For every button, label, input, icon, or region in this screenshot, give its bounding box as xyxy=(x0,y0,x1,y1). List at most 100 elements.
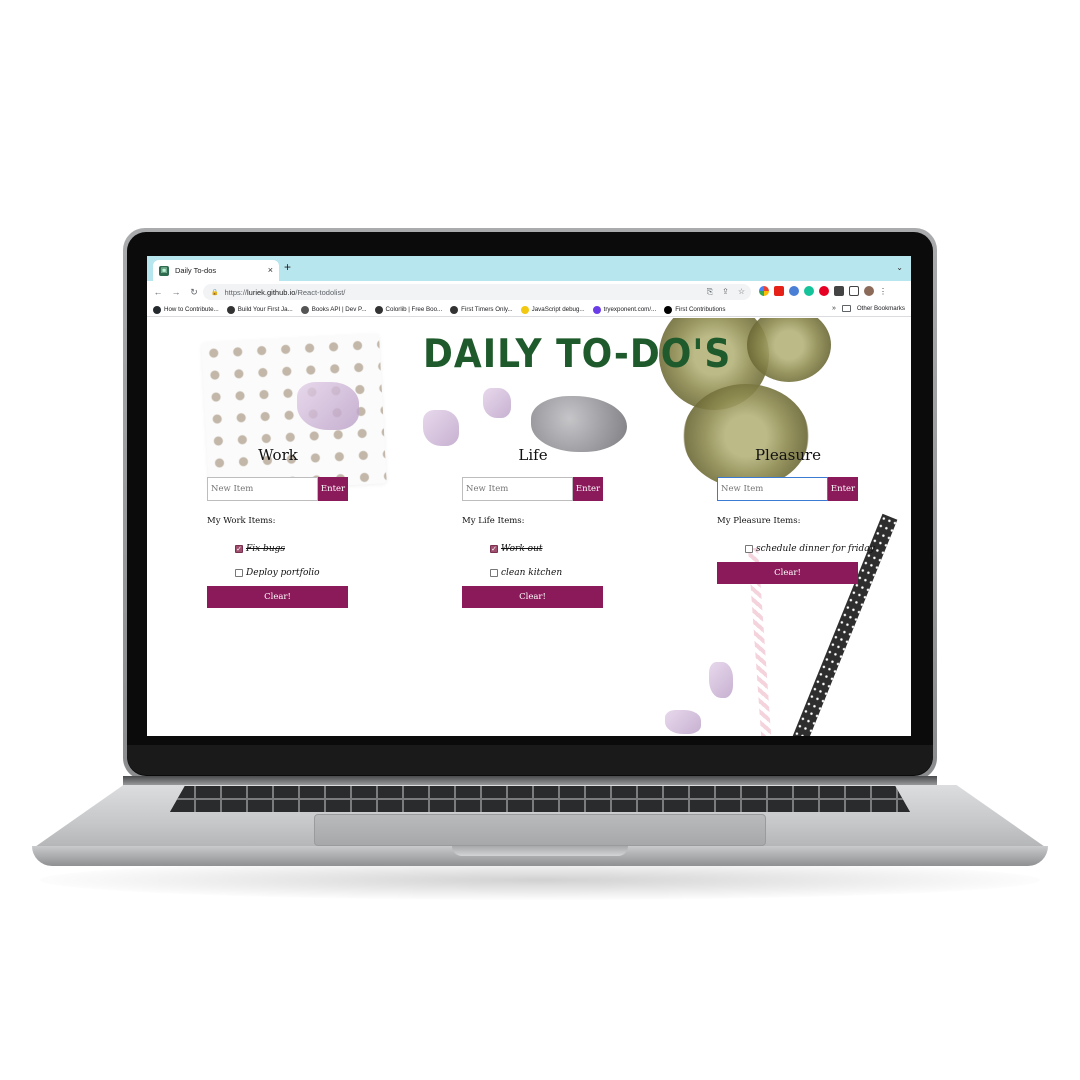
todo-text: Work out xyxy=(501,544,543,554)
app-favicon-icon: ▣ xyxy=(159,265,169,276)
new-item-input[interactable] xyxy=(717,477,828,501)
trackpad xyxy=(314,814,766,846)
list-item: ✓ Work out xyxy=(490,544,543,554)
clear-button[interactable]: Clear! xyxy=(462,586,603,608)
items-label: My Life Items: xyxy=(462,516,525,526)
amethyst-image xyxy=(483,388,511,418)
side-panel-icon[interactable] xyxy=(849,286,859,296)
items-label: My Pleasure Items: xyxy=(717,516,801,526)
clear-button[interactable]: Clear! xyxy=(717,562,858,584)
todo-checkbox[interactable] xyxy=(235,569,243,577)
reload-icon[interactable]: ↻ xyxy=(185,287,203,297)
lock-icon: 🔒 xyxy=(211,289,219,296)
page-content: DAILY TO-DO'S WorkEnterMy Work Items:✓Fi… xyxy=(147,318,911,736)
back-icon[interactable]: ← xyxy=(149,287,167,297)
bookmark-label: First Timers Only... xyxy=(461,306,513,313)
bookmark-favicon-icon xyxy=(226,305,235,314)
bookmark-item[interactable]: Build Your First Ja... xyxy=(226,305,293,314)
share-icon[interactable]: ⇪ xyxy=(722,287,729,297)
amethyst-image xyxy=(297,382,359,430)
laptop-hinge xyxy=(123,776,937,786)
pinterest-icon[interactable] xyxy=(819,286,829,296)
bookmark-item[interactable]: Colorlib | Free Boo... xyxy=(374,305,443,314)
column-heading: Pleasure xyxy=(754,446,822,464)
laptop-shadow xyxy=(40,860,1040,900)
new-item-form: Enter xyxy=(462,477,603,501)
list-item: Deploy portfolio xyxy=(235,568,320,578)
puzzle-icon[interactable] xyxy=(834,286,844,296)
column-heading: Life xyxy=(518,446,548,464)
list-item: clean kitchen xyxy=(490,568,562,578)
new-tab-button[interactable]: + xyxy=(284,261,291,273)
column-heading: Work xyxy=(258,446,298,464)
enter-button[interactable]: Enter xyxy=(318,477,348,501)
bookmark-item[interactable]: First Contributions xyxy=(664,305,725,314)
items-label: My Work Items: xyxy=(207,516,276,526)
address-bar[interactable]: 🔒 https://luriek.github.io/React-todolis… xyxy=(203,284,751,300)
forward-icon[interactable]: → xyxy=(167,287,185,297)
bookmarks-overflow-icon[interactable]: » xyxy=(832,305,836,312)
star-icon[interactable]: ☆ xyxy=(738,287,745,297)
tab-title: Daily To-dos xyxy=(175,266,217,275)
new-item-input[interactable] xyxy=(207,477,318,501)
bookmark-favicon-icon xyxy=(592,305,601,314)
extensions-bar: ⋮ xyxy=(759,286,887,296)
todo-text: Fix bugs xyxy=(246,544,285,554)
gear-extension-icon[interactable] xyxy=(789,286,799,296)
bookmark-label: Build Your First Ja... xyxy=(237,306,293,313)
tab-daily-todos[interactable]: ▣ Daily To-dos × xyxy=(153,260,279,281)
list-item: schedule dinner for friday xyxy=(745,544,875,554)
succulent-image xyxy=(683,384,809,488)
bookmark-label: tryexponent.com/... xyxy=(603,306,657,313)
bookmark-label: Colorlib | Free Boo... xyxy=(385,306,443,313)
keyboard xyxy=(170,786,910,812)
bookmark-favicon-icon xyxy=(300,305,309,314)
tab-search-icon[interactable]: ⌄ xyxy=(896,263,903,272)
bookmark-label: Books API | Dev P... xyxy=(311,306,367,313)
list-item: ✓ Fix bugs xyxy=(235,544,285,554)
todo-text: schedule dinner for friday xyxy=(756,544,875,554)
laptop-notch xyxy=(452,846,628,856)
bookmark-item[interactable]: JavaScript debug... xyxy=(520,305,585,314)
geode-image xyxy=(531,396,627,452)
bookmarks-bar: How to Contribute... Build Your First Ja.… xyxy=(147,303,911,317)
page-title: DAILY TO-DO'S xyxy=(423,332,732,378)
bookmark-favicon-icon xyxy=(520,305,529,314)
todo-checkbox[interactable]: ✓ xyxy=(490,545,498,553)
bookmark-label: JavaScript debug... xyxy=(531,306,585,313)
browser-toolbar: ← → ↻ 🔒 https://luriek.github.io/React-t… xyxy=(147,281,911,303)
install-icon[interactable]: ⎘ xyxy=(707,287,713,297)
menu-icon[interactable]: ⋮ xyxy=(879,287,887,296)
grammarly-icon[interactable] xyxy=(804,286,814,296)
avatar[interactable] xyxy=(864,286,874,296)
bookmark-favicon-icon xyxy=(153,305,161,314)
amethyst-image xyxy=(423,410,459,446)
amethyst-image xyxy=(665,710,701,734)
todo-checkbox[interactable] xyxy=(745,545,753,553)
youtube-icon[interactable] xyxy=(774,286,784,296)
bookmark-item[interactable]: How to Contribute... xyxy=(153,305,219,314)
folder-icon xyxy=(841,305,851,312)
bookmark-item[interactable]: Books API | Dev P... xyxy=(300,305,367,314)
new-item-form: Enter xyxy=(717,477,858,501)
todo-checkbox[interactable] xyxy=(490,569,498,577)
screen-chin xyxy=(127,745,933,775)
amethyst-image xyxy=(709,662,733,698)
todo-checkbox[interactable]: ✓ xyxy=(235,545,243,553)
close-icon[interactable]: × xyxy=(268,266,273,275)
google-icon[interactable] xyxy=(759,286,769,296)
enter-button[interactable]: Enter xyxy=(828,477,858,501)
clear-button[interactable]: Clear! xyxy=(207,586,348,608)
browser-screen: ▣ Daily To-dos × + ⌄ ← → ↻ 🔒 https://lur… xyxy=(147,256,911,736)
other-bookmarks[interactable]: Other Bookmarks xyxy=(857,305,905,312)
url-text: https://luriek.github.io/React-todolist/ xyxy=(224,287,346,297)
bookmark-favicon-icon xyxy=(664,305,673,314)
enter-button[interactable]: Enter xyxy=(573,477,603,501)
bookmark-item[interactable]: First Timers Only... xyxy=(450,305,513,314)
todo-text: clean kitchen xyxy=(501,568,563,578)
bookmark-item[interactable]: tryexponent.com/... xyxy=(592,305,657,314)
new-item-input[interactable] xyxy=(462,477,573,501)
bookmark-label: How to Contribute... xyxy=(164,306,219,313)
bookmark-favicon-icon xyxy=(374,305,383,314)
new-item-form: Enter xyxy=(207,477,348,501)
